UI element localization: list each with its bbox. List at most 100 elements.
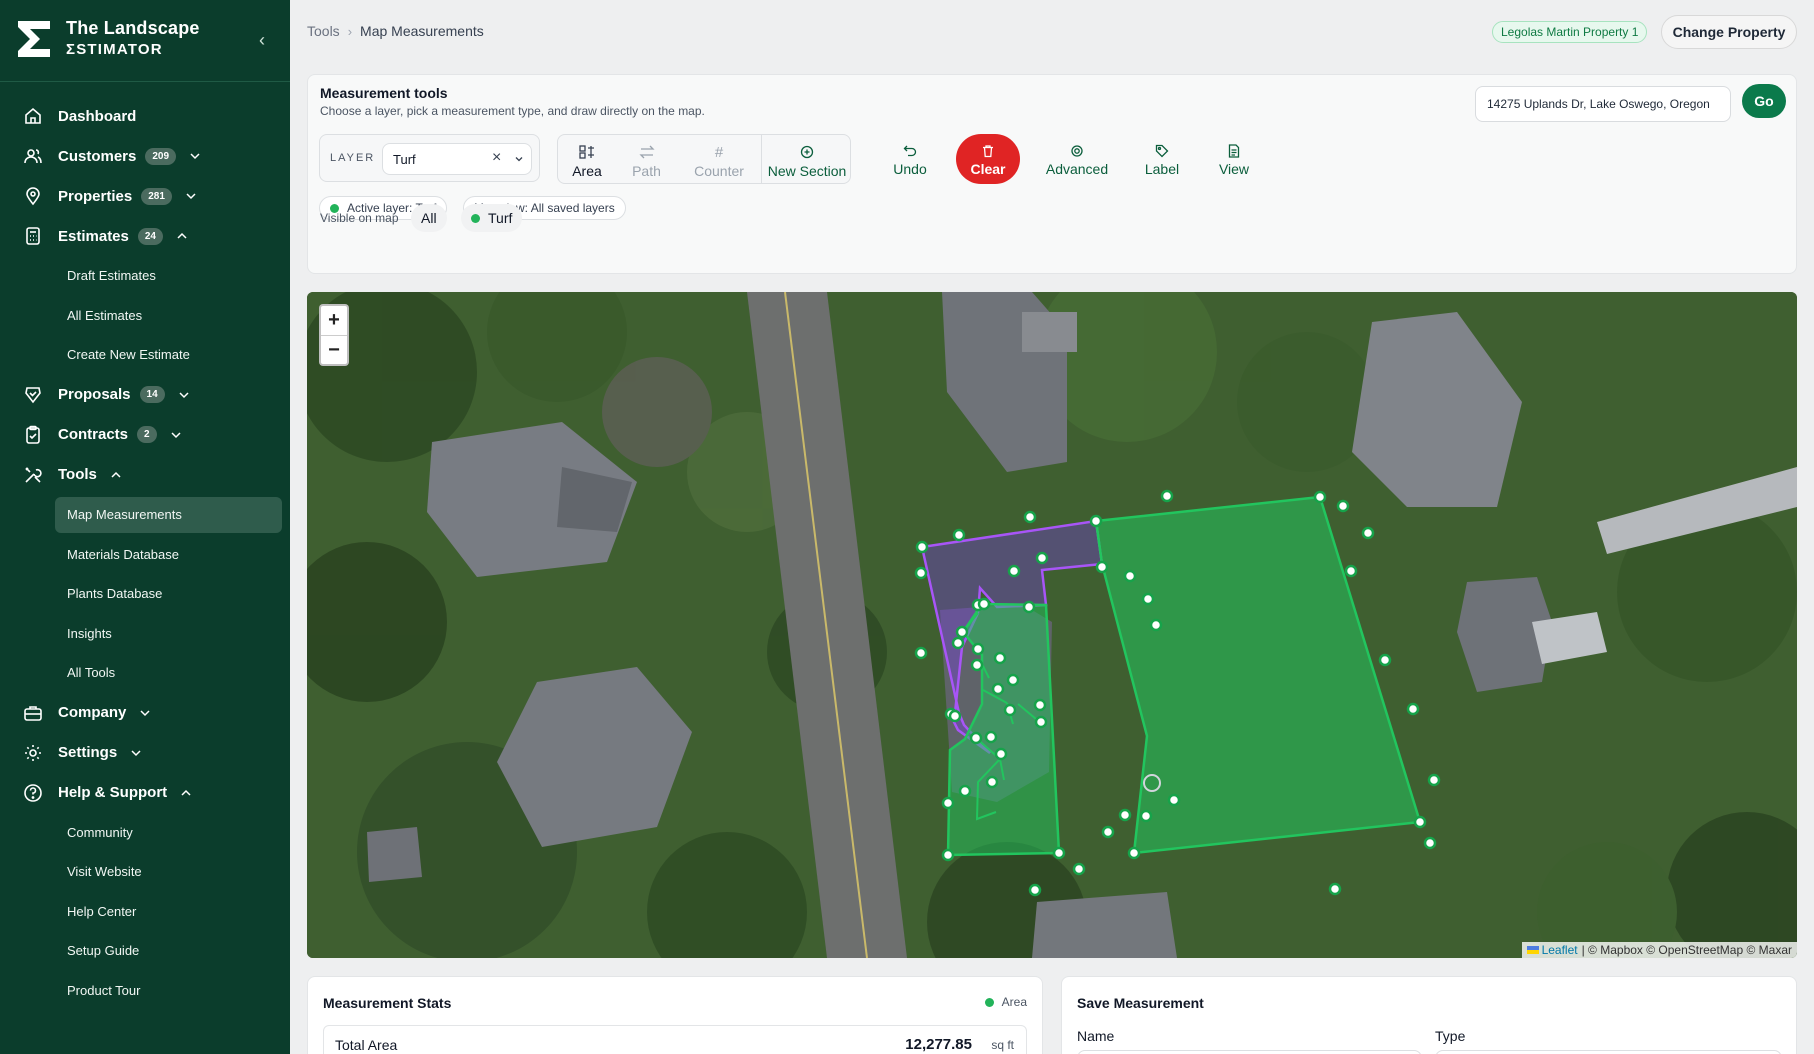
stats-title: Measurement Stats <box>323 995 452 1011</box>
new-section-label: New Section <box>767 163 847 179</box>
turf-dot <box>471 213 480 223</box>
count-badge: 24 <box>137 227 163 245</box>
document-icon <box>1228 144 1240 158</box>
view-label: View <box>1218 161 1250 177</box>
sidebar-item-estimates[interactable]: Estimates 24 <box>0 216 290 256</box>
layer-selector: LAYER Turf × <box>319 134 540 182</box>
clear-label: Clear <box>970 161 1006 177</box>
sidebar-item-label: Tools <box>58 466 97 483</box>
chevron-down-icon[interactable] <box>184 189 198 203</box>
sidebar-item-settings[interactable]: Settings <box>0 733 290 773</box>
undo-icon <box>903 145 917 157</box>
go-button[interactable]: Go <box>1742 84 1786 118</box>
sidebar-item-properties[interactable]: Properties 281 <box>0 176 290 216</box>
count-badge: 209 <box>145 147 177 165</box>
measurement-type-group: Area Path # Counter New Section <box>557 134 851 184</box>
advanced-button[interactable]: Advanced <box>1034 134 1120 184</box>
satellite-map[interactable]: + − Leaflet | © Mapbox © OpenStreetMap ©… <box>307 292 1797 958</box>
zoom-in-button[interactable]: + <box>321 306 347 335</box>
sidebar-subitem-draft-estimates[interactable]: Draft Estimates <box>0 256 290 296</box>
home-icon <box>22 105 44 127</box>
sidebar-subitem-visit-website[interactable]: Visit Website <box>0 852 290 892</box>
chevron-up-icon[interactable] <box>175 229 189 243</box>
sidebar-subitem-setup-guide[interactable]: Setup Guide <box>0 931 290 971</box>
new-section-button[interactable]: New Section <box>762 135 852 183</box>
sidebar-item-company[interactable]: Company <box>0 693 290 733</box>
sidebar-subitem-insights[interactable]: Insights <box>0 614 290 654</box>
path-icon <box>638 145 655 159</box>
visible-turf-toggle[interactable]: Turf <box>461 204 523 232</box>
chevron-down-icon[interactable] <box>138 706 152 720</box>
chevron-down-icon[interactable] <box>514 154 524 164</box>
clear-layer-icon[interactable]: × <box>492 149 501 167</box>
chevron-down-icon[interactable] <box>169 428 183 442</box>
undo-button[interactable]: Undo <box>882 134 938 184</box>
brand-subname: ΣSTIMATOR <box>66 41 163 58</box>
count-badge: 281 <box>141 187 172 205</box>
label-label: Label <box>1144 161 1180 177</box>
sidebar-subitem-plants-database[interactable]: Plants Database <box>0 574 290 614</box>
address-input[interactable]: 14275 Uplands Dr, Lake Oswego, Oregon <box>1475 86 1731 122</box>
plus-circle-icon <box>800 145 814 159</box>
chevron-down-icon[interactable] <box>177 388 191 402</box>
sidebar-subitem-product-tour[interactable]: Product Tour <box>0 971 290 1011</box>
layer-select[interactable]: Turf × <box>382 143 532 175</box>
chevron-up-icon[interactable] <box>179 786 193 800</box>
gear-icon <box>1071 145 1083 157</box>
save-measurement-card: Save Measurement Name Type <box>1061 976 1797 1054</box>
brand-name: The Landscape <box>66 18 200 38</box>
sidebar-item-tools[interactable]: Tools <box>0 455 290 495</box>
collapse-sidebar-icon[interactable]: ‹ <box>252 28 272 52</box>
chevron-up-icon[interactable] <box>109 468 123 482</box>
sidebar-subitem-all-estimates[interactable]: All Estimates <box>0 296 290 336</box>
visible-turf-label: Turf <box>488 210 513 226</box>
property-badge: Legolas Martin Property 1 <box>1492 21 1648 43</box>
sidebar-item-dashboard[interactable]: Dashboard <box>0 96 290 136</box>
counter-tool-label: Counter <box>694 163 744 179</box>
visible-all-toggle[interactable]: All <box>411 204 447 232</box>
chevron-down-icon[interactable] <box>129 746 143 760</box>
breadcrumb-tools-link[interactable]: Tools <box>307 23 340 39</box>
brand[interactable]: The Landscape ΣSTIMATOR <box>16 18 200 60</box>
zoom-control: + − <box>319 304 349 366</box>
stats-tag-label: Area <box>1001 995 1027 1009</box>
save-title: Save Measurement <box>1077 995 1204 1011</box>
view-button[interactable]: View <box>1206 134 1262 184</box>
sidebar-item-label: Estimates <box>58 227 129 245</box>
layer-label: LAYER <box>330 152 376 164</box>
sidebar-item-contracts[interactable]: Contracts 2 <box>0 415 290 455</box>
calculator-icon <box>22 225 44 247</box>
sidebar-subitem-community[interactable]: Community <box>0 813 290 853</box>
chevron-down-icon[interactable] <box>188 149 202 163</box>
measurement-tools-card: Measurement tools Choose a layer, pick a… <box>307 74 1797 274</box>
area-tool-button[interactable]: Area <box>558 135 616 183</box>
measurement-name-field[interactable] <box>1077 1050 1422 1054</box>
sidebar-subitem-create-estimate[interactable]: Create New Estimate <box>0 335 290 375</box>
counter-tool-button[interactable]: # Counter <box>677 135 761 183</box>
measurement-stats-card: Measurement Stats Area Total Area 12,277… <box>307 976 1043 1054</box>
sidebar-nav: Dashboard Customers 209 Properties 281 E… <box>0 96 290 1010</box>
label-button[interactable]: Label <box>1134 134 1190 184</box>
path-tool-button[interactable]: Path <box>616 135 677 183</box>
breadcrumb: Tools › Map Measurements <box>307 23 484 39</box>
sidebar-subitem-map-measurements[interactable]: Map Measurements <box>55 496 282 533</box>
leaflet-link[interactable]: Leaflet <box>1542 943 1578 957</box>
sidebar-subitem-help-center[interactable]: Help Center <box>0 892 290 932</box>
zoom-out-button[interactable]: − <box>321 335 347 364</box>
sidebar-subitem-all-tools[interactable]: All Tools <box>0 653 290 693</box>
stats-type-tag: Area <box>984 995 1027 1009</box>
measurement-type-select[interactable] <box>1435 1050 1782 1054</box>
sidebar-item-label: Dashboard <box>58 107 137 125</box>
sidebar-subitem-materials-database[interactable]: Materials Database <box>0 535 290 575</box>
path-tool-label: Path <box>632 163 661 179</box>
sidebar-item-help[interactable]: Help & Support <box>0 773 290 813</box>
sidebar-item-customers[interactable]: Customers 209 <box>0 136 290 176</box>
change-property-button[interactable]: Change Property <box>1661 15 1797 49</box>
tools-title: Measurement tools <box>320 85 448 101</box>
sidebar-item-proposals[interactable]: Proposals 14 <box>0 375 290 415</box>
gear-icon <box>22 742 44 764</box>
area-icon <box>579 145 594 159</box>
count-badge: 2 <box>137 426 157 443</box>
map-canvas[interactable] <box>307 292 1797 958</box>
clear-button[interactable]: Clear <box>956 134 1020 184</box>
